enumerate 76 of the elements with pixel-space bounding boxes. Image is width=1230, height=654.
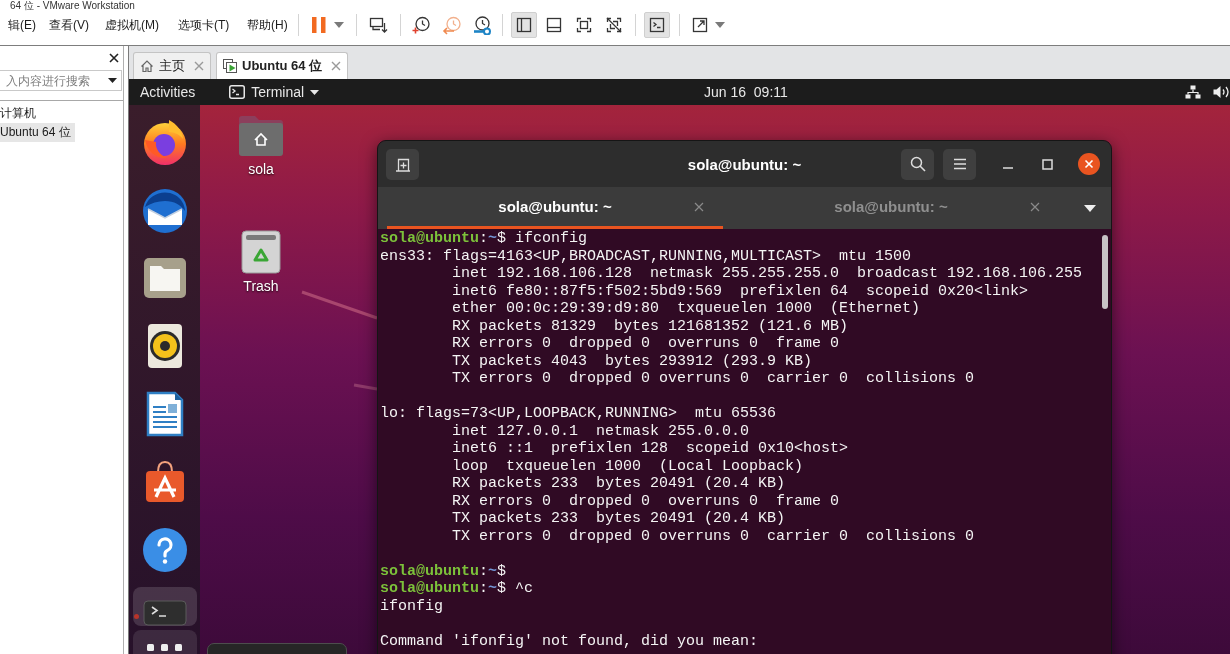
home-folder-icon[interactable] xyxy=(237,113,285,157)
menu-item[interactable]: 选项卡(T) xyxy=(178,12,247,38)
terminal-tab[interactable]: sola@ubuntu: ~ xyxy=(387,187,723,229)
close-icon[interactable] xyxy=(1078,153,1100,175)
tab[interactable]: 主页 xyxy=(133,52,211,79)
terminal-line: TX packets 233 bytes 20491 (20.4 KB) xyxy=(452,510,786,528)
scrollbar-thumb[interactable] xyxy=(1102,235,1108,309)
crossed-frame-icon xyxy=(604,15,624,35)
menu-item[interactable]: 查看(V) xyxy=(49,12,105,38)
network-icon[interactable] xyxy=(1185,85,1201,99)
terminal-line: inet 192.168.106.128 netmask 255.255.255.0 broadcast 192.168.106.255 xyxy=(452,265,1083,283)
volume-icon[interactable] xyxy=(1213,85,1230,99)
caret-icon[interactable] xyxy=(1084,204,1096,212)
terminal-icon xyxy=(229,85,246,99)
icon-label[interactable]: sola xyxy=(248,161,274,177)
terminal-line: sola@ubuntu:~$ ifconfig xyxy=(380,230,588,248)
terminal-line: inet 127.0.0.1 netmask 255.0.0.0 xyxy=(452,422,750,440)
dots-icon xyxy=(147,644,182,651)
terminal-line: ifonfig xyxy=(380,597,443,615)
sidebar-layout-icon xyxy=(514,15,534,35)
caret-icon[interactable] xyxy=(310,89,320,95)
caret-icon[interactable] xyxy=(108,78,117,83)
plus-box-icon xyxy=(394,156,411,172)
terminal-line: RX errors 0 dropped 0 overruns 0 frame 0 xyxy=(452,335,840,353)
terminal-line: TX packets 4043 bytes 293912 (293.9 KB) xyxy=(452,352,813,370)
terminal-line: loop txqueuelen 1000 (Local Loopback) xyxy=(452,457,804,475)
terminal-line: sola@ubuntu:~$ xyxy=(380,562,507,580)
menu-button[interactable] xyxy=(943,148,976,180)
vm-play-icon xyxy=(223,59,237,73)
maximize-icon[interactable] xyxy=(1042,158,1053,170)
home-icon xyxy=(140,59,154,73)
clock-wrench-icon[interactable] xyxy=(472,15,492,35)
terminal-line: ens33: flags=4163<UP,BROADCAST,RUNNING,MULTICAST> mtu 1500 xyxy=(380,247,912,265)
terminal-line: lo: flags=73<UP,LOOPBACK,RUNNING> mtu 65536 xyxy=(380,405,777,423)
new-tab-button[interactable] xyxy=(386,148,419,180)
terminal-icon xyxy=(647,15,667,35)
view-toggle-button[interactable] xyxy=(511,12,537,38)
search-button[interactable] xyxy=(901,148,934,180)
terminal-line: ether 00:0c:29:39:d9:80 txqueuelen 1000 (Ethernet) xyxy=(452,300,921,318)
terminal-line: TX errors 0 dropped 0 overruns 0 carrier 0 collisions 0 xyxy=(452,527,975,545)
icon-label[interactable]: Trash xyxy=(243,278,279,294)
frame-corners-icon xyxy=(574,15,594,35)
menu-item[interactable]: 虚拟机(M) xyxy=(105,12,178,38)
bottom-panel-icon xyxy=(544,15,564,35)
tree-item[interactable]: Ubuntu 64 位 xyxy=(0,123,75,142)
window-title: sola@ubuntu: ~ xyxy=(687,155,802,173)
search-field[interactable]: 入内容进行搜索 xyxy=(0,70,122,91)
clock[interactable]: Jun 16 09:11 xyxy=(704,79,788,105)
light-streak xyxy=(353,383,378,391)
terminal-line: RX packets 81329 bytes 121681352 (121.6 MB) xyxy=(452,317,849,335)
monitor-arrow-icon[interactable] xyxy=(368,15,388,35)
pause-icon[interactable] xyxy=(310,15,328,35)
close-icon[interactable] xyxy=(109,53,119,63)
activities-button[interactable]: Activities xyxy=(129,79,207,105)
terminal-line: Command 'ifonfig' not found, did you mean: xyxy=(380,632,759,650)
search-icon xyxy=(909,156,926,172)
app-menu-button[interactable]: Terminal xyxy=(229,79,320,105)
menu-item[interactable]: 辑(E) xyxy=(8,12,49,38)
window-title: 64 位 - VMware Workstation xyxy=(10,0,135,11)
tab[interactable]: Ubuntu 64 位 xyxy=(216,52,349,79)
help-icon xyxy=(140,526,189,574)
terminal-line: inet6 fe80::87f5:f502:5bd9:569 prefixlen 64 scopeid 0x20<link> xyxy=(452,282,1029,300)
terminal-line: inet6 ::1 prefixlen 128 scopeid 0x10<host> xyxy=(452,440,849,458)
terminal-line: TX errors 0 dropped 0 overruns 0 carrier 0 collisions 0 xyxy=(452,370,975,388)
clock-plus-icon[interactable] xyxy=(411,15,431,35)
menu-icon xyxy=(952,158,967,170)
terminal-icon xyxy=(142,600,187,626)
terminal-tab[interactable]: sola@ubuntu: ~ xyxy=(723,187,1059,229)
menu-item[interactable]: 帮助(H) xyxy=(247,12,292,38)
tree-item[interactable]: 计算机 xyxy=(0,104,40,123)
bird-envelope-icon xyxy=(140,186,189,234)
terminal-line: RX errors 0 dropped 0 overruns 0 frame 0 xyxy=(452,492,840,510)
view-toggle-button[interactable] xyxy=(644,12,670,38)
terminal-line: sola@ubuntu:~$ ^c xyxy=(380,580,534,598)
terminal-line: RX packets 233 bytes 20491 (20.4 KB) xyxy=(452,475,786,493)
recycle-bin-icon[interactable] xyxy=(241,230,281,274)
